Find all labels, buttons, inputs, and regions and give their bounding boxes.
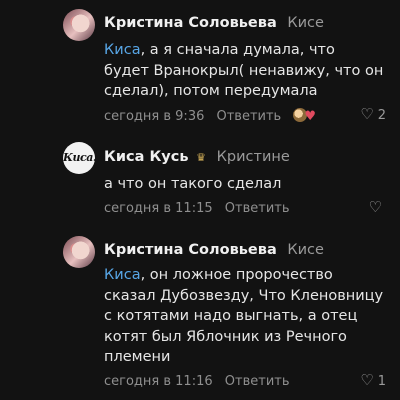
heart-outline-icon: ♡	[360, 105, 374, 123]
reply-to-name[interactable]: Кисе	[287, 15, 324, 31]
reply-to-name[interactable]: Кисе	[287, 242, 324, 258]
timestamp: сегодня в 11:15	[104, 201, 213, 216]
like-count: 2	[377, 108, 386, 123]
comment-meta: сегодня в 9:36 Ответить ♥	[104, 108, 316, 124]
reply-to-name[interactable]: Кристине	[217, 149, 290, 165]
comment-header: Кристина Соловьева Кисе	[104, 15, 324, 31]
comment-body: , а я сначала думала, что будет Вранокры…	[104, 42, 384, 99]
comment-meta: сегодня в 11:16 Ответить	[104, 374, 290, 389]
timestamp: сегодня в 11:16	[104, 374, 213, 389]
comment-body: а что он такого сделал	[104, 176, 282, 192]
author-name[interactable]: Кристина Соловьева	[104, 15, 277, 31]
author-name[interactable]: Кристина Соловьева	[104, 242, 277, 258]
comment-meta: сегодня в 11:15 Ответить	[104, 201, 290, 216]
like-button[interactable]: ♡ 1	[360, 371, 386, 389]
like-button[interactable]: ♡ 2	[360, 105, 386, 123]
mention-link[interactable]: Киса	[104, 42, 141, 58]
red-heart-icon: ♥	[304, 109, 317, 124]
heart-outline-icon: ♡	[360, 371, 374, 389]
like-count: 1	[377, 374, 386, 389]
avatar[interactable]	[63, 236, 95, 268]
reply-button[interactable]: Ответить	[225, 374, 290, 389]
avatar[interactable]	[63, 9, 95, 41]
comment-text: Киса, он ложное пророчество сказал Дубоз…	[104, 265, 384, 368]
comment-text: а что он такого сделал	[104, 174, 384, 195]
comment-body: , он ложное пророчество сказал Дубозвезд…	[104, 267, 384, 365]
like-button[interactable]: ♡	[369, 198, 386, 216]
author-name[interactable]: Киса Кусь	[104, 149, 189, 165]
comment-header: Кристина Соловьева Кисе	[104, 242, 324, 258]
reply-button[interactable]: Ответить	[217, 109, 282, 124]
reply-button[interactable]: Ответить	[225, 201, 290, 216]
crown-icon: ♛	[196, 151, 206, 164]
mention-link[interactable]: Киса	[104, 267, 141, 283]
avatar[interactable]: Киса.	[63, 142, 95, 174]
heart-outline-icon: ♡	[368, 198, 382, 216]
comment-text: Киса, а я сначала думала, что будет Вран…	[104, 40, 384, 102]
comment-header: Киса Кусь ♛ Кристине	[104, 149, 290, 165]
timestamp: сегодня в 9:36	[104, 109, 205, 124]
